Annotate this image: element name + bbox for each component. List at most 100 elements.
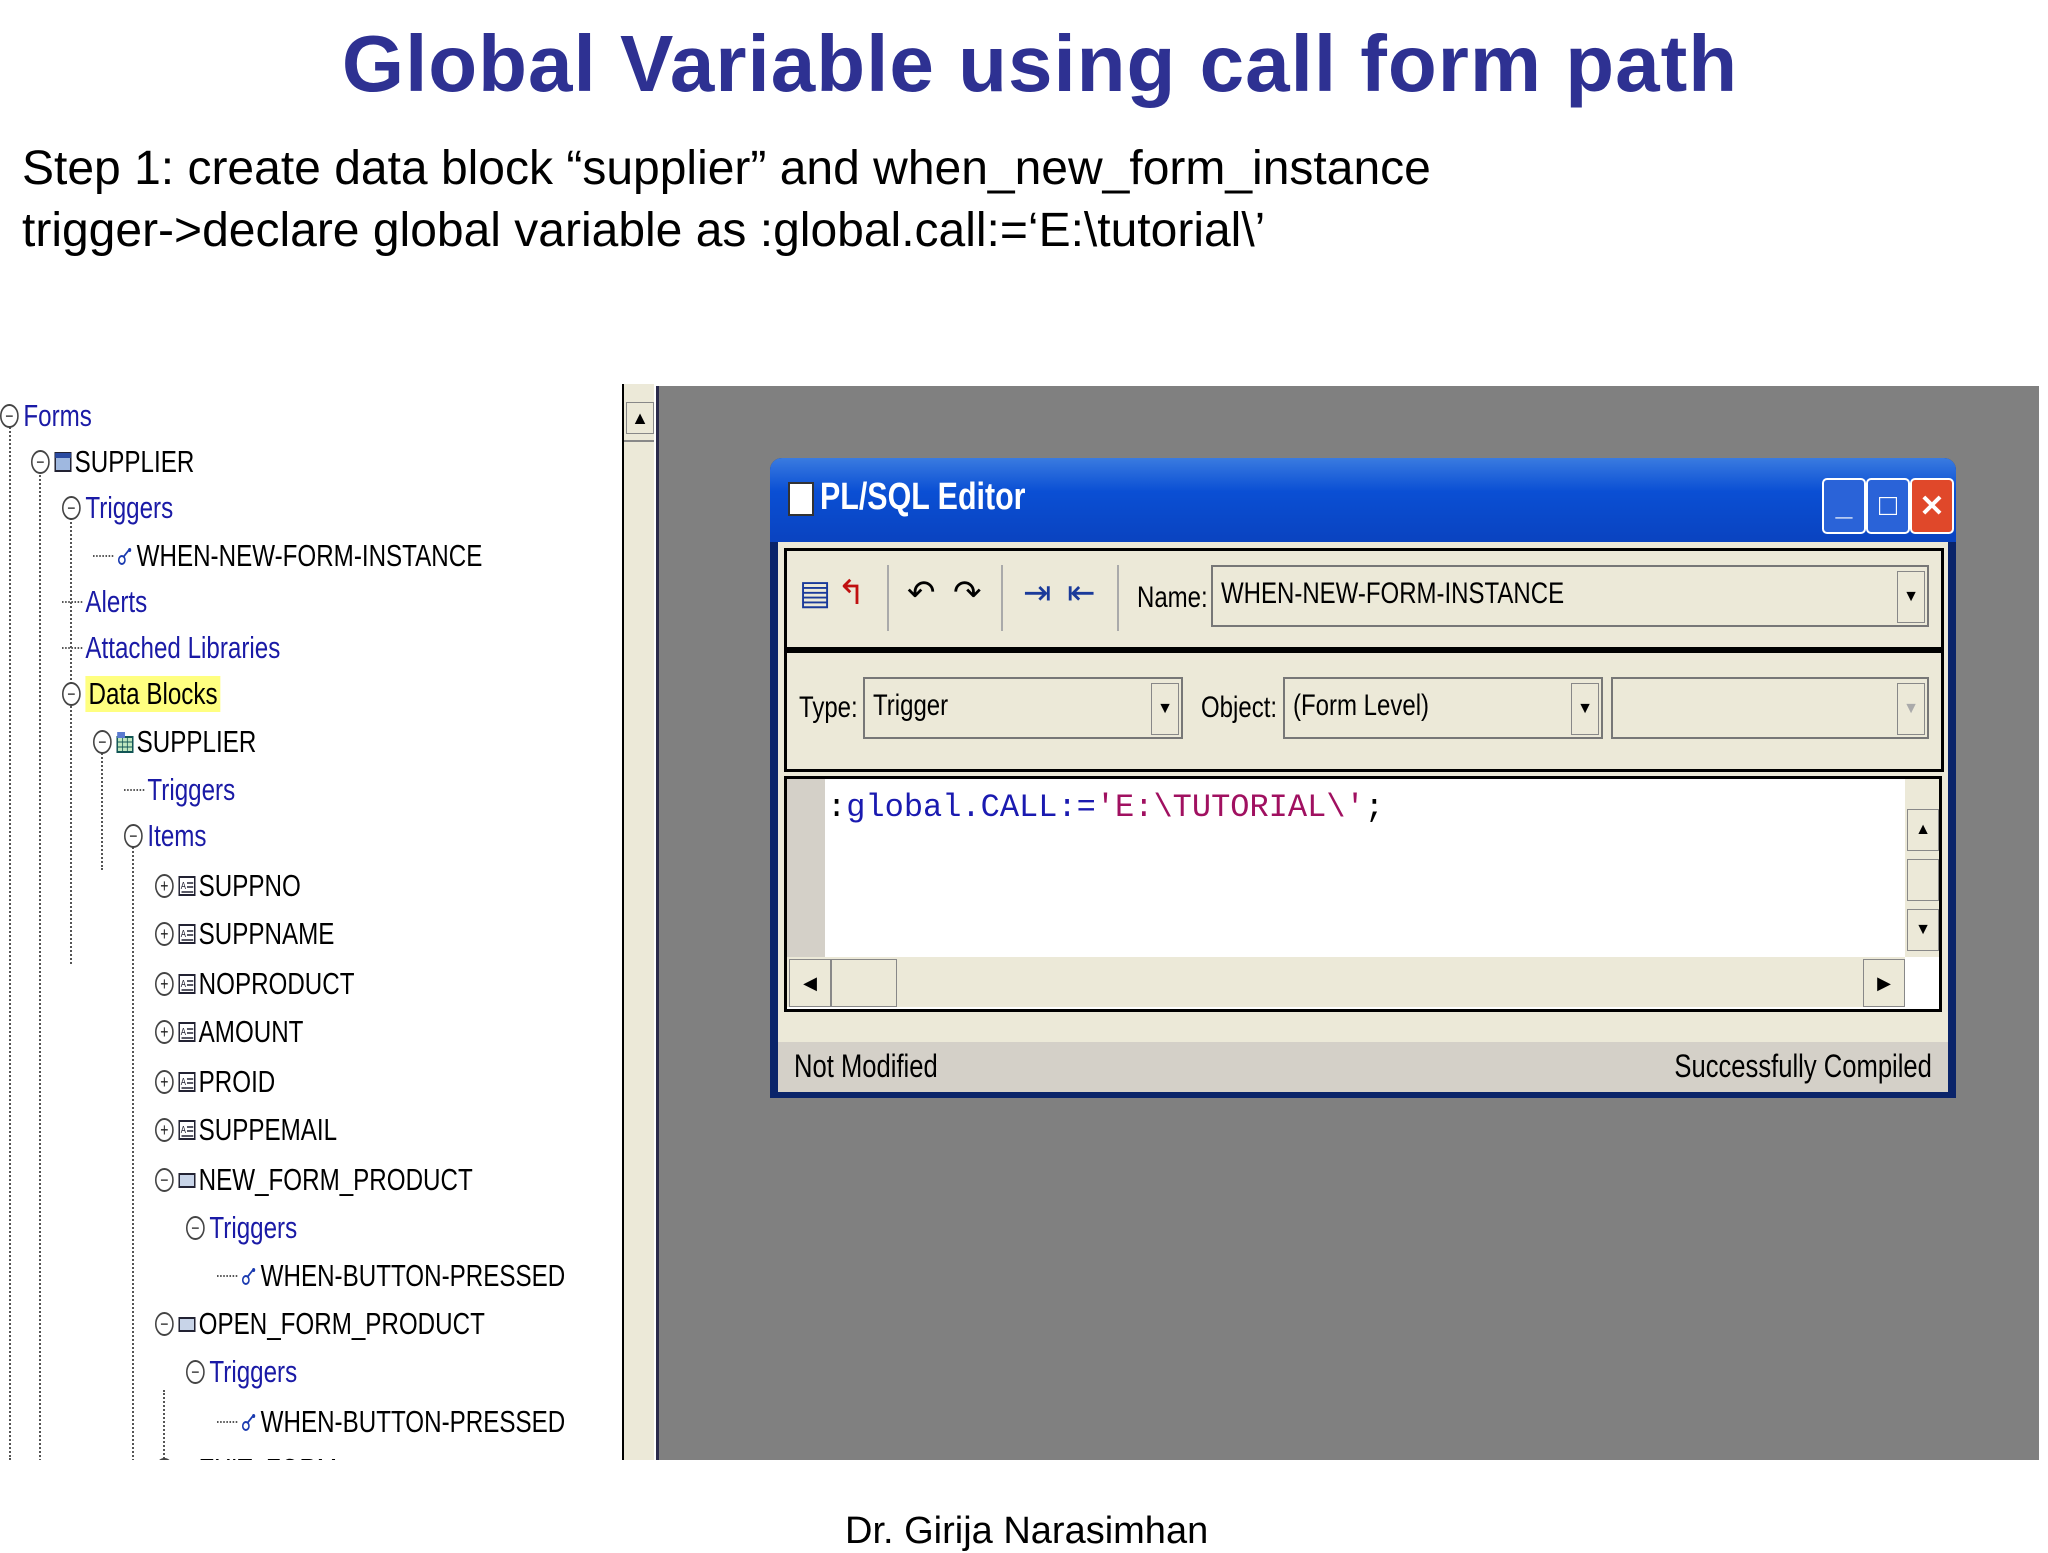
- collapse-icon[interactable]: −: [0, 404, 19, 428]
- svg-text:A: A: [181, 928, 186, 939]
- tree-item[interactable]: WHEN-NEW-FORM-INSTANCE: [93, 534, 482, 578]
- tree-item[interactable]: + A PROID: [155, 1060, 275, 1104]
- tree-item[interactable]: − Triggers: [186, 1206, 297, 1250]
- minimize-button[interactable]: _: [1822, 478, 1866, 534]
- tree-item[interactable]: WHEN-BUTTON-PRESSED: [217, 1400, 565, 1444]
- editor-titlebar[interactable]: PL/SQL Editor _ □ ✕: [770, 458, 1956, 542]
- tree-item-label: WHEN-BUTTON-PRESSED: [260, 1258, 566, 1293]
- button-icon: [178, 1313, 198, 1335]
- editor-status-bar: Not Modified Successfully Compiled: [778, 1042, 1948, 1092]
- collapse-icon[interactable]: −: [62, 496, 81, 520]
- textitem-icon: A: [178, 1021, 198, 1043]
- expand-icon[interactable]: +: [155, 1118, 174, 1142]
- tree-item-label: Forms: [23, 398, 92, 433]
- object-dropdown-arrow-icon[interactable]: ▼: [1571, 683, 1599, 735]
- tree-item[interactable]: WHEN-BUTTON-PRESSED: [217, 1254, 565, 1298]
- tree-item[interactable]: − Items: [124, 814, 207, 858]
- collapse-icon[interactable]: −: [155, 1312, 174, 1336]
- tree-item[interactable]: Triggers: [124, 768, 235, 812]
- tree-item[interactable]: − SUPPLIER: [31, 440, 194, 484]
- collapse-icon[interactable]: −: [186, 1360, 205, 1384]
- tree-item[interactable]: + A SUPPNAME: [155, 912, 334, 956]
- collapse-icon[interactable]: −: [62, 682, 81, 706]
- type-select[interactable]: Trigger ▼: [863, 677, 1183, 739]
- tree-item[interactable]: − Forms: [0, 394, 92, 438]
- tree-item-label: OPEN_FORM_PRODUCT: [198, 1306, 485, 1341]
- form-icon: [54, 451, 74, 473]
- tree-item[interactable]: + A NOPRODUCT: [155, 962, 355, 1006]
- tree-item[interactable]: + A AMOUNT: [155, 1010, 303, 1054]
- editor-type-row: Type: Trigger ▼ Object: (Form Level) ▼ ▼: [784, 650, 1944, 772]
- expand-icon[interactable]: +: [155, 972, 174, 996]
- redo-icon[interactable]: ↷: [953, 573, 982, 613]
- code-editor[interactable]: :global.CALL:='E:\TUTORIAL\'; ▲ ▼ ◀ ▶: [784, 776, 1942, 1012]
- tree-item[interactable]: − SUPPLIER: [93, 720, 256, 764]
- scroll-up-button[interactable]: ▲: [626, 402, 654, 434]
- object2-dropdown-arrow-icon[interactable]: ▼: [1897, 683, 1925, 735]
- tree-item-label: EXIT_FORM: [199, 1452, 337, 1460]
- object-select[interactable]: (Form Level) ▼: [1283, 677, 1603, 739]
- name-label: Name:: [1137, 581, 1208, 614]
- code-horizontal-scrollbar[interactable]: ◀ ▶: [787, 957, 1905, 1007]
- outdent-icon[interactable]: ⇤: [1067, 573, 1096, 613]
- button-icon: [178, 1459, 198, 1460]
- collapse-icon[interactable]: −: [124, 824, 143, 848]
- tree-item[interactable]: − NEW_FORM_PRODUCT: [155, 1158, 473, 1202]
- collapse-icon[interactable]: −: [93, 730, 112, 754]
- expand-icon[interactable]: +: [155, 1458, 174, 1460]
- collapse-icon[interactable]: −: [186, 1216, 205, 1240]
- navigator-scrollbar[interactable]: ▲: [622, 384, 654, 1460]
- type-dropdown-arrow-icon[interactable]: ▼: [1151, 683, 1179, 735]
- expand-icon[interactable]: +: [155, 1070, 174, 1094]
- tree-item[interactable]: Alerts: [62, 580, 147, 624]
- close-button[interactable]: ✕: [1910, 478, 1954, 534]
- plsql-editor-window: PL/SQL Editor _ □ ✕ ▤ ↰ ↶ ↷ ⇥ ⇤ Name: WH…: [770, 458, 1956, 1098]
- collapse-icon[interactable]: −: [155, 1168, 174, 1192]
- tree-item[interactable]: − Triggers: [62, 486, 173, 530]
- undo-icon[interactable]: ↶: [907, 573, 936, 613]
- collapse-icon[interactable]: −: [31, 450, 50, 474]
- tree-item[interactable]: + EXIT_FORM: [155, 1448, 337, 1460]
- object2-select[interactable]: ▼: [1611, 677, 1929, 739]
- code-scroll-right-icon[interactable]: ▶: [1863, 959, 1905, 1007]
- object-value: (Form Level): [1293, 689, 1430, 722]
- slide-title: Global Variable using call form path: [341, 19, 1739, 108]
- editor-body: ▤ ↰ ↶ ↷ ⇥ ⇤ Name: WHEN-NEW-FORM-INSTANCE…: [778, 542, 1948, 1092]
- tree-item[interactable]: + A SUPPNO: [155, 864, 301, 908]
- tree-item[interactable]: − Triggers: [186, 1350, 297, 1394]
- tree-item[interactable]: − OPEN_FORM_PRODUCT: [155, 1302, 485, 1346]
- code-vertical-scrollbar[interactable]: ▲ ▼: [1905, 779, 1939, 957]
- tree-item[interactable]: Attached Libraries: [62, 626, 280, 670]
- datablock-icon: [116, 731, 136, 753]
- code-hscroll-thumb[interactable]: [831, 959, 897, 1007]
- name-select[interactable]: WHEN-NEW-FORM-INSTANCE ▼: [1211, 565, 1929, 627]
- status-modified: Not Modified: [794, 1048, 938, 1084]
- tree-item[interactable]: − Data Blocks: [62, 672, 221, 716]
- name-dropdown-arrow-icon[interactable]: ▼: [1897, 571, 1925, 623]
- expand-icon[interactable]: +: [155, 922, 174, 946]
- tree-item-label: Triggers: [209, 1210, 298, 1245]
- tree-item[interactable]: + A SUPPEMAIL: [155, 1108, 337, 1152]
- compile-icon[interactable]: ▤: [799, 573, 831, 613]
- code-scroll-left-icon[interactable]: ◀: [789, 959, 831, 1007]
- tree-item-label: AMOUNT: [198, 1014, 304, 1049]
- expand-icon[interactable]: +: [155, 1020, 174, 1044]
- svg-text:A: A: [181, 978, 186, 989]
- code-call: CALL: [980, 789, 1058, 826]
- expand-icon[interactable]: +: [155, 874, 174, 898]
- code-scroll-up-icon[interactable]: ▲: [1907, 809, 1939, 851]
- code-scroll-thumb[interactable]: [1907, 859, 1939, 901]
- svg-text:A: A: [181, 880, 186, 891]
- tree-item-label: Triggers: [209, 1354, 298, 1389]
- code-scroll-down-icon[interactable]: ▼: [1907, 909, 1939, 951]
- tree-item-label: Alerts: [85, 584, 148, 619]
- maximize-button[interactable]: □: [1866, 478, 1910, 534]
- code-line-1[interactable]: :global.CALL:='E:\TUTORIAL\';: [827, 789, 1384, 826]
- code-semicolon: ;: [1364, 789, 1384, 826]
- revert-icon[interactable]: ↰: [837, 573, 866, 613]
- textitem-icon: A: [178, 923, 198, 945]
- indent-icon[interactable]: ⇥: [1023, 573, 1052, 613]
- svg-text:A: A: [181, 1124, 186, 1135]
- status-compiled: Successfully Compiled: [1674, 1048, 1932, 1084]
- trigger-icon: [240, 1411, 260, 1433]
